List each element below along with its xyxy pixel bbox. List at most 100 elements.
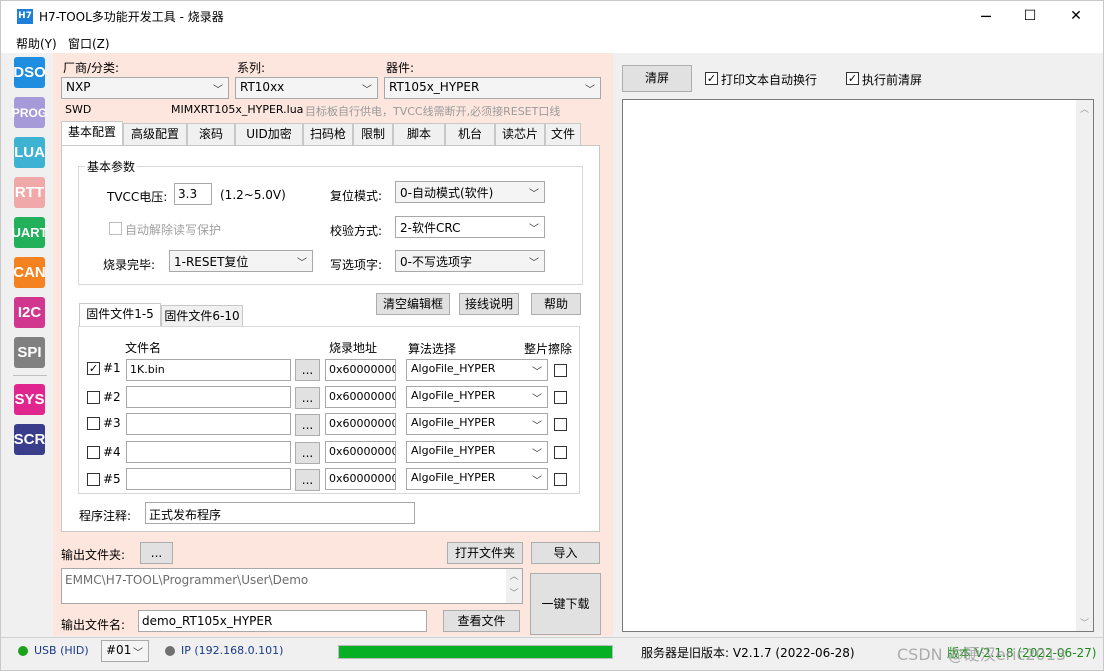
ip-status-dot xyxy=(165,646,175,656)
sidebar-uart-button[interactable]: UART xyxy=(11,217,48,248)
file-enable-checkbox[interactable]: ✓ xyxy=(87,362,100,375)
file-name-input[interactable]: 1K.bin xyxy=(126,359,291,381)
file-address-input[interactable]: 0x60000000 xyxy=(325,413,396,435)
file-name-input[interactable] xyxy=(126,413,291,435)
tab-basic[interactable]: 基本配置 xyxy=(61,121,123,146)
output-filename-label: 输出文件名: xyxy=(61,618,126,632)
minimize-button[interactable]: ─ xyxy=(963,1,1009,31)
chevron-down-icon: ﹀ xyxy=(213,85,223,96)
chip-erase-checkbox[interactable] xyxy=(554,391,567,404)
menu-help[interactable]: 帮助(Y) xyxy=(16,35,57,52)
tab-uid[interactable]: UID加密 xyxy=(235,123,303,146)
reset-mode-label: 复位模式: xyxy=(330,189,383,203)
scroll-up-icon[interactable]: ︿ xyxy=(1076,102,1093,115)
tvcc-input[interactable]: 3.3 xyxy=(174,183,212,205)
log-output[interactable]: ︿ ﹀ xyxy=(622,99,1094,632)
sidebar-sys-button[interactable]: SYS xyxy=(14,384,45,415)
tab-read-chip[interactable]: 读芯片 xyxy=(495,123,545,146)
reset-mode-select[interactable]: 0-自动模式(软件) ﹀ xyxy=(395,181,545,203)
sidebar-dso-button[interactable]: DSO xyxy=(13,57,46,88)
open-folder-button[interactable]: 打开文件夹 xyxy=(447,542,523,564)
vendor-select[interactable]: NXP ﹀ xyxy=(61,77,229,99)
file-address-input[interactable]: 0x60000000 xyxy=(325,386,396,408)
sidebar-prog-button[interactable]: PROG xyxy=(12,97,47,128)
clear-edit-button[interactable]: 清空编辑框 xyxy=(376,293,450,315)
after-program-label: 烧录完毕: xyxy=(103,258,156,272)
file-enable-checkbox[interactable] xyxy=(87,446,100,459)
log-scrollbar[interactable]: ︿ ﹀ xyxy=(1076,100,1093,631)
file-browse-button[interactable]: ... xyxy=(295,414,320,436)
file-name-input[interactable] xyxy=(126,441,291,463)
output-filename-input[interactable]: demo_RT105x_HYPER xyxy=(138,610,427,632)
wrap-text-checkbox[interactable]: ✓ xyxy=(705,72,718,85)
after-program-select[interactable]: 1-RESET复位 ﹀ xyxy=(169,250,313,272)
progress-bar xyxy=(338,645,613,659)
chevron-down-icon: ﹀ xyxy=(297,258,307,269)
basic-params-title: 基本参数 xyxy=(85,158,138,175)
sidebar-i2c-button[interactable]: I2C xyxy=(14,297,45,328)
verify-select[interactable]: 2-软件CRC ﹀ xyxy=(395,216,545,238)
file-algorithm-select[interactable]: AlgoFile_HYPER ﹀ xyxy=(406,468,548,490)
file-name-input[interactable] xyxy=(126,468,291,490)
tab-firmware-1-5[interactable]: 固件文件1-5 xyxy=(79,303,161,327)
file-algorithm-select[interactable]: AlgoFile_HYPER ﹀ xyxy=(406,359,548,381)
file-browse-button[interactable]: ... xyxy=(295,359,320,381)
file-enable-checkbox[interactable] xyxy=(87,391,100,404)
vendor-label: 厂商/分类: xyxy=(63,61,120,75)
chip-erase-checkbox[interactable] xyxy=(554,418,567,431)
scroll-down-icon[interactable]: ﹀ xyxy=(1076,616,1093,629)
import-button[interactable]: 导入 xyxy=(531,542,600,564)
file-browse-button[interactable]: ... xyxy=(295,387,320,409)
file-number: #2 xyxy=(103,390,121,404)
file-algorithm-select[interactable]: AlgoFile_HYPER ﹀ xyxy=(406,441,548,463)
file-browse-button[interactable]: ... xyxy=(295,442,320,464)
maximize-button[interactable]: ☐ xyxy=(1007,1,1053,31)
file-algorithm-select[interactable]: AlgoFile_HYPER ﹀ xyxy=(406,386,548,408)
device-number-select[interactable]: #01 ﹀ xyxy=(101,640,149,662)
sidebar-spi-button[interactable]: SPI xyxy=(14,337,45,368)
tab-advanced[interactable]: 高级配置 xyxy=(123,123,187,146)
chip-erase-checkbox[interactable] xyxy=(554,364,567,377)
sidebar-lua-button[interactable]: LUA xyxy=(14,137,45,168)
close-button[interactable]: ✕ xyxy=(1053,1,1099,31)
tab-firmware-6-10[interactable]: 固件文件6-10 xyxy=(161,305,243,327)
file-browse-button[interactable]: ... xyxy=(295,469,320,491)
file-name-input[interactable] xyxy=(126,386,291,408)
tab-rolling-code[interactable]: 滚码 xyxy=(187,123,235,146)
interface-label: SWD xyxy=(65,103,92,116)
chevron-down-icon: ﹀ xyxy=(532,367,542,378)
chip-erase-checkbox[interactable] xyxy=(554,446,567,459)
chevron-down-icon: ﹀ xyxy=(362,85,372,96)
clear-screen-button[interactable]: 清屏 xyxy=(622,65,692,92)
auto-unlock-checkbox[interactable] xyxy=(109,222,122,235)
file-address-input[interactable]: 0x60000000 xyxy=(325,468,396,490)
tab-limit[interactable]: 限制 xyxy=(353,123,393,146)
tab-machine[interactable]: 机台 xyxy=(445,123,495,146)
menu-window[interactable]: 窗口(Z) xyxy=(68,35,110,52)
clear-before-checkbox[interactable]: ✓ xyxy=(846,72,859,85)
wiring-button[interactable]: 接线说明 xyxy=(459,293,519,315)
file-enable-checkbox[interactable] xyxy=(87,417,100,430)
file-address-input[interactable]: 0x60000000 xyxy=(325,441,396,463)
output-path-field[interactable]: EMMC\H7-TOOL\Programmer\User\Demo ︿ ﹀ xyxy=(61,568,523,604)
file-algorithm-select[interactable]: AlgoFile_HYPER ﹀ xyxy=(406,413,548,435)
output-folder-browse-button[interactable]: ... xyxy=(140,542,173,564)
chip-select[interactable]: RT105x_HYPER ﹀ xyxy=(384,77,601,99)
tab-scanner[interactable]: 扫码枪 xyxy=(303,123,353,146)
one-click-download-button[interactable]: 一键下载 xyxy=(530,573,601,635)
tab-script[interactable]: 脚本 xyxy=(393,123,445,146)
chip-erase-checkbox[interactable] xyxy=(554,473,567,486)
window-title: H7-TOOL多功能开发工具 - 烧录器 xyxy=(39,10,224,24)
file-enable-checkbox[interactable] xyxy=(87,473,100,486)
sidebar-rtt-button[interactable]: RTT xyxy=(14,177,45,208)
program-note-input[interactable]: 正式发布程序 xyxy=(145,502,415,524)
help-button[interactable]: 帮助 xyxy=(531,293,581,315)
path-scrollbar[interactable]: ︿ ﹀ xyxy=(506,569,522,603)
sidebar-scr-button[interactable]: SCR xyxy=(14,424,45,455)
option-bytes-select[interactable]: 0-不写选项字 ﹀ xyxy=(395,250,545,272)
view-file-button[interactable]: 查看文件 xyxy=(443,610,520,632)
series-select[interactable]: RT10xx ﹀ xyxy=(235,77,378,99)
file-address-input[interactable]: 0x60000000 xyxy=(325,359,396,381)
sidebar-can-button[interactable]: CAN xyxy=(13,257,46,288)
tab-file[interactable]: 文件 xyxy=(545,123,581,146)
